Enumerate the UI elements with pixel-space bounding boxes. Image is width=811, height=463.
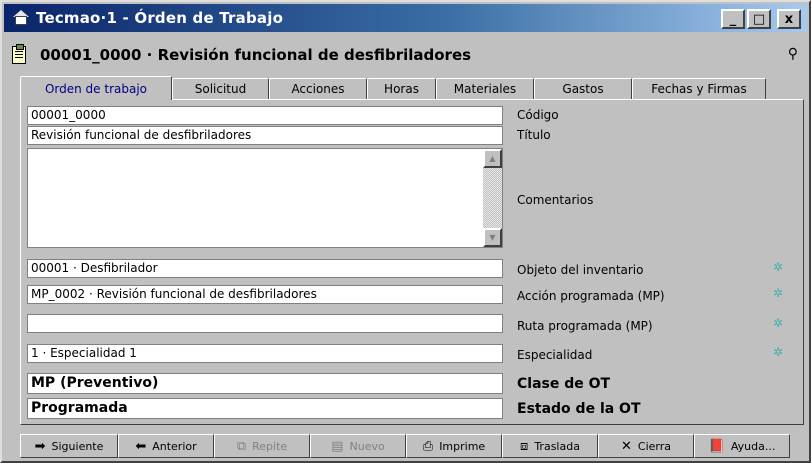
comentarios-scrollbar[interactable]: ▲ ▼	[483, 149, 502, 247]
imprime-button[interactable]: ⎙ Imprime	[406, 434, 502, 458]
tab-horas[interactable]: Horas	[367, 78, 436, 100]
bottom-toolbar: ➡ Siguiente ⬅ Anterior ⧉ Repite ▤ Nuevo …	[20, 434, 790, 458]
objeto-field[interactable]: 00001 · Desfibrilador	[27, 259, 503, 278]
arrow-left-icon: ⬅	[135, 438, 147, 454]
estado-field[interactable]: Programada	[27, 398, 503, 419]
comentarios-textarea[interactable]: ▲ ▼	[27, 148, 503, 248]
clase-label: Clase de OT	[517, 376, 611, 392]
accion-lookup-gear-icon[interactable]: ✲	[773, 286, 783, 300]
repite-label: Repite	[252, 439, 288, 453]
binoculars-icon[interactable]: ⚲	[788, 46, 798, 62]
anterior-button[interactable]: ⬅ Anterior	[118, 434, 214, 458]
close-x-icon: ✕	[620, 438, 632, 454]
siguiente-button[interactable]: ➡ Siguiente	[20, 434, 118, 458]
nuevo-button[interactable]: ▤ Nuevo	[310, 434, 406, 458]
estado-label: Estado de la OT	[517, 401, 641, 417]
close-button[interactable]: x	[777, 9, 801, 29]
tab-gastos[interactable]: Gastos	[534, 78, 632, 100]
nuevo-label: Nuevo	[349, 439, 385, 453]
repeat-icon: ⧉	[236, 438, 247, 454]
tab-orden-de-trabajo[interactable]: Orden de trabajo	[20, 76, 172, 100]
help-book-icon: 📕	[708, 438, 725, 454]
clipboard-icon	[12, 44, 26, 64]
objeto-label: Objeto del inventario	[517, 263, 644, 277]
especialidad-lookup-gear-icon[interactable]: ✲	[773, 345, 783, 359]
tab-fechas-y-firmas[interactable]: Fechas y Firmas	[632, 78, 766, 100]
record-title: 00001_0000 · Revisión funcional de desfi…	[40, 46, 472, 64]
cierra-label: Cierra	[637, 439, 671, 453]
especialidad-label: Especialidad	[517, 348, 593, 362]
imprime-label: Imprime	[439, 439, 486, 453]
titulo-label: Título	[517, 128, 551, 142]
ruta-label: Ruta programada (MP)	[517, 319, 653, 333]
new-document-icon: ▤	[331, 438, 344, 454]
anterior-label: Anterior	[152, 439, 197, 453]
codigo-label: Código	[517, 108, 559, 122]
objeto-lookup-gear-icon[interactable]: ✲	[773, 260, 783, 274]
arrow-right-icon: ➡	[34, 438, 46, 454]
record-header: 00001_0000 · Revisión funcional de desfi…	[12, 42, 802, 68]
title-bar[interactable]: Tecmao·1 - Órden de Trabajo _ □ x	[4, 4, 807, 32]
scroll-down-arrow-icon[interactable]: ▼	[483, 228, 502, 247]
comentarios-label: Comentarios	[517, 193, 594, 207]
siguiente-label: Siguiente	[51, 439, 104, 453]
minimize-button[interactable]: _	[721, 9, 745, 29]
traslada-label: Traslada	[534, 439, 580, 453]
maximize-button[interactable]: □	[747, 9, 771, 29]
tab-materiales[interactable]: Materiales	[436, 78, 534, 100]
tab-solicitud[interactable]: Solicitud	[172, 78, 269, 100]
app-house-icon	[12, 10, 30, 26]
titulo-field[interactable]: Revisión funcional de desfibriladores	[27, 126, 503, 145]
ayuda-label: Ayuda...	[730, 439, 776, 453]
accion-label: Acción programada (MP)	[517, 289, 665, 303]
ayuda-button[interactable]: 📕 Ayuda...	[694, 434, 790, 458]
especialidad-field[interactable]: 1 · Especialidad 1	[27, 344, 503, 363]
clase-field[interactable]: MP (Preventivo)	[27, 373, 503, 394]
accion-field[interactable]: MP_0002 · Revisión funcional de desfibri…	[27, 285, 503, 304]
printer-icon: ⎙	[422, 438, 434, 454]
repite-button[interactable]: ⧉ Repite	[214, 434, 310, 458]
traslada-button[interactable]: ⧈ Traslada	[502, 434, 598, 458]
ruta-field[interactable]	[27, 314, 503, 333]
move-icon: ⧈	[520, 438, 529, 454]
scroll-up-arrow-icon[interactable]: ▲	[483, 149, 502, 168]
tab-strip: Orden de trabajo Solicitud Acciones Hora…	[20, 76, 766, 100]
window: Tecmao·1 - Órden de Trabajo _ □ x 00001_…	[0, 0, 811, 463]
tab-acciones[interactable]: Acciones	[269, 78, 367, 100]
cierra-button[interactable]: ✕ Cierra	[598, 434, 694, 458]
codigo-field[interactable]: 00001_0000	[27, 106, 503, 125]
window-title: Tecmao·1 - Órden de Trabajo	[36, 9, 284, 27]
ruta-lookup-gear-icon[interactable]: ✲	[773, 316, 783, 330]
